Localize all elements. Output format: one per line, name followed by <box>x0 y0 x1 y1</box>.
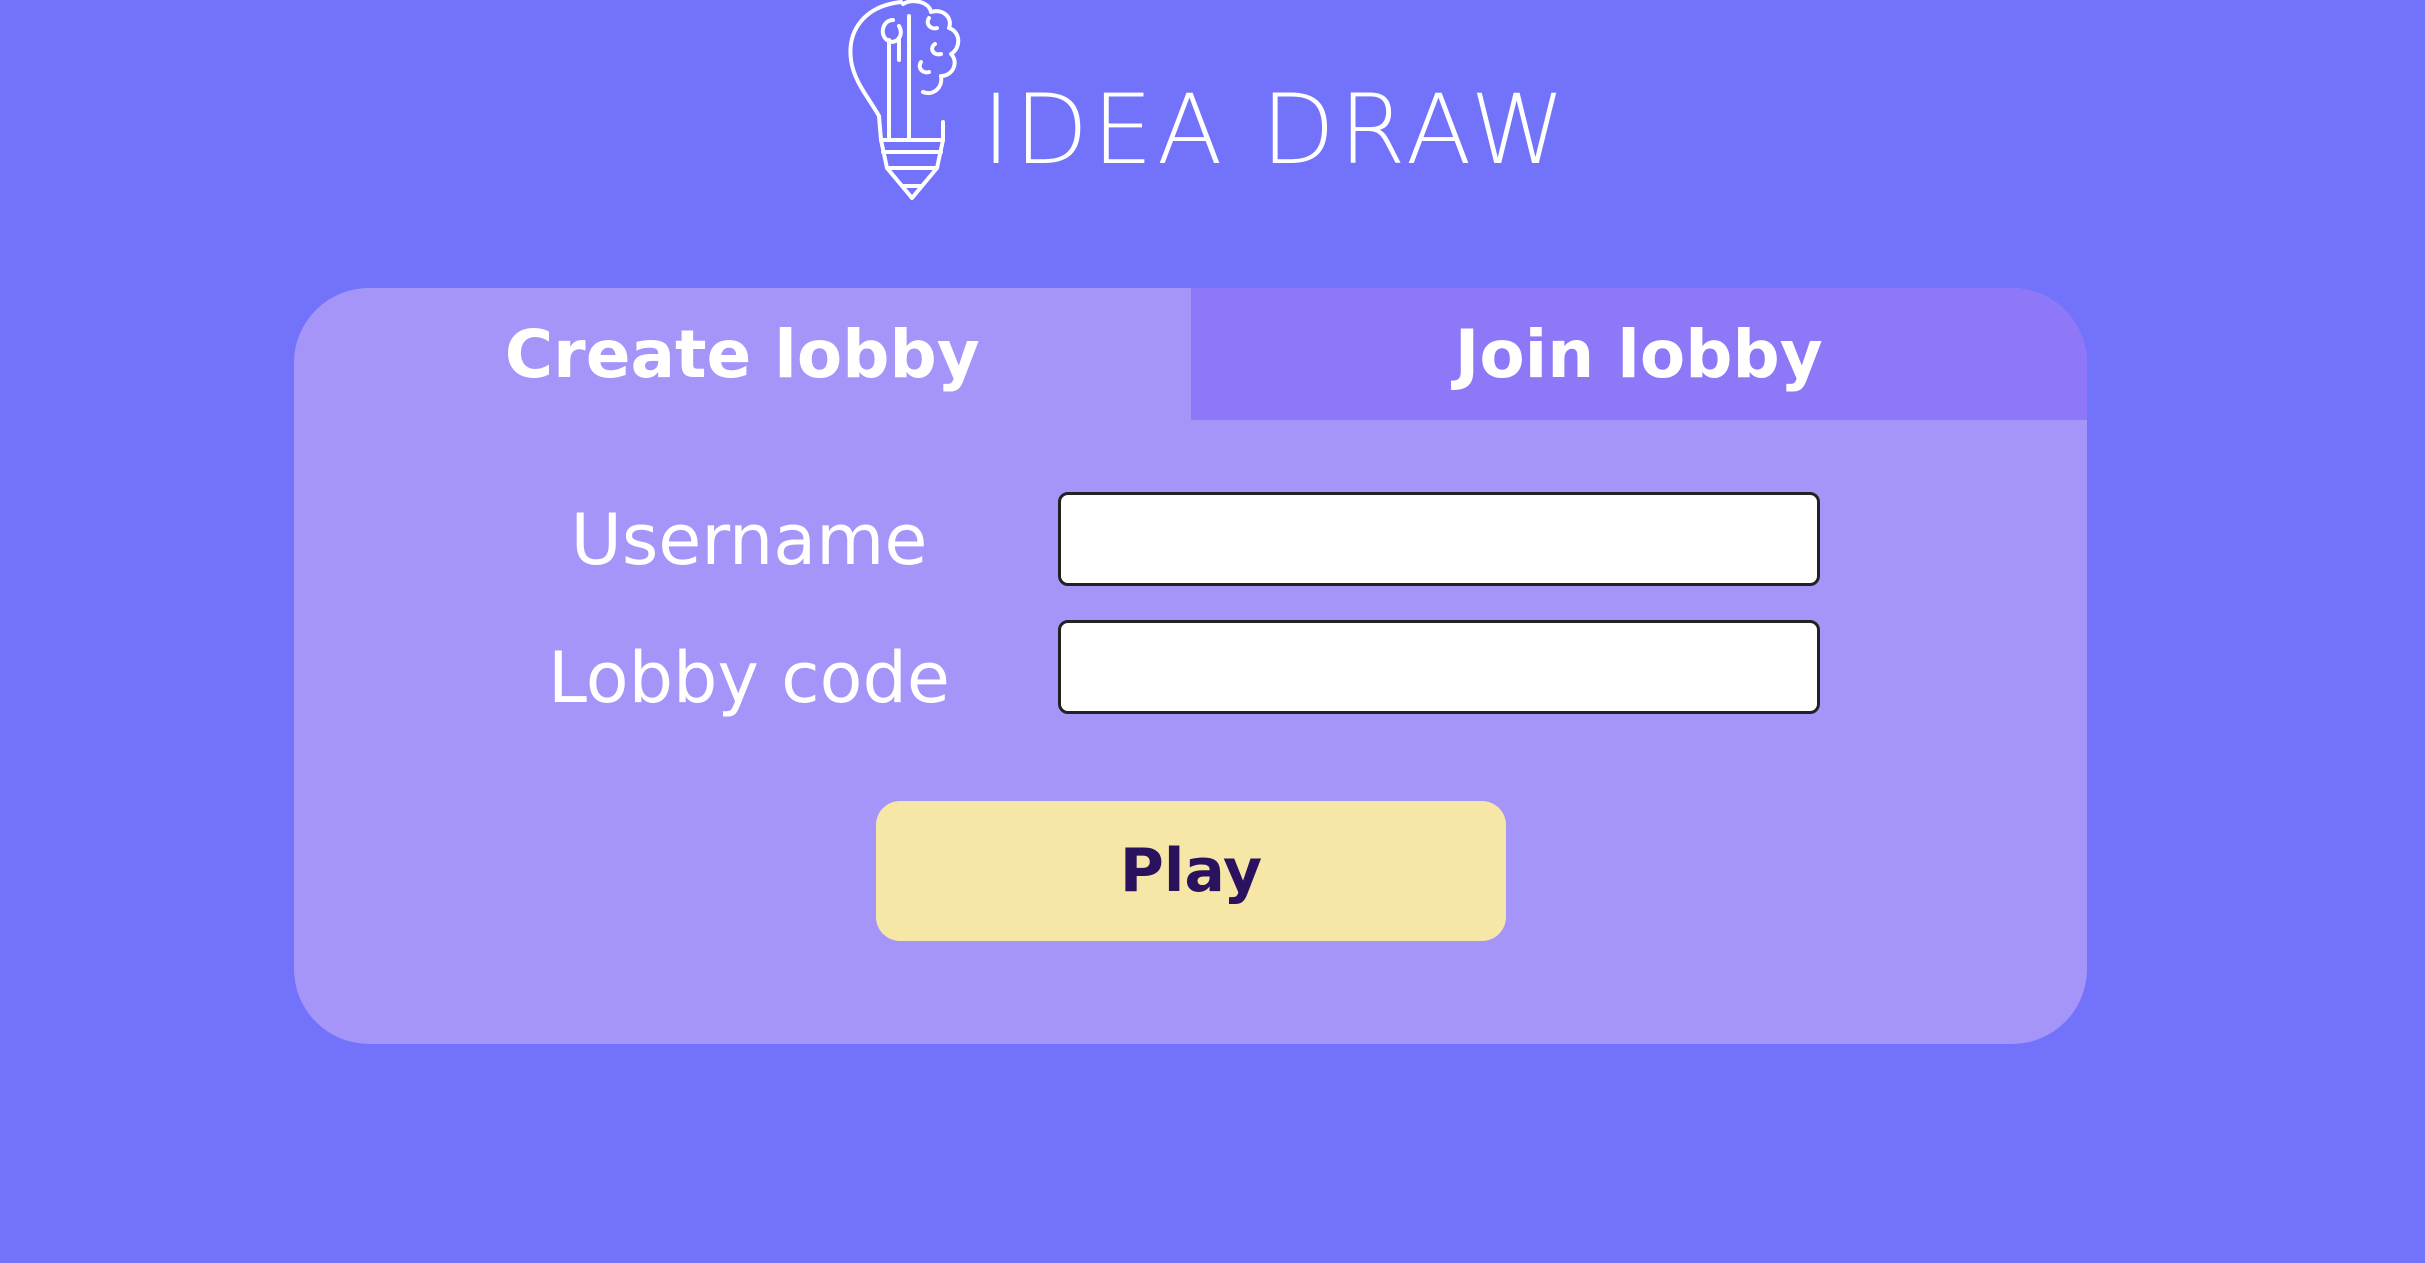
page: IDEA DRAW Create lobby Join lobby Userna… <box>0 0 2425 1263</box>
lobby-tabs: Create lobby Join lobby <box>294 288 2087 420</box>
username-label: Username <box>570 499 928 581</box>
logo: IDEA DRAW <box>843 0 1569 200</box>
lobby-code-label: Lobby code <box>548 637 950 719</box>
app-title: IDEA DRAW <box>982 74 1570 186</box>
tab-join-lobby[interactable]: Join lobby <box>1190 288 2087 420</box>
lobby-card: Create lobby Join lobby Username Lobby c… <box>294 288 2087 1044</box>
lobby-code-input[interactable] <box>1058 620 1820 714</box>
username-input[interactable] <box>1058 492 1820 586</box>
play-button[interactable]: Play <box>876 801 1506 941</box>
lightbulb-pencil-brain-icon <box>848 0 961 200</box>
lobby-code-row: Lobby code <box>294 618 2087 719</box>
tab-create-lobby[interactable]: Create lobby <box>294 288 1191 420</box>
username-row: Username <box>294 490 2087 590</box>
